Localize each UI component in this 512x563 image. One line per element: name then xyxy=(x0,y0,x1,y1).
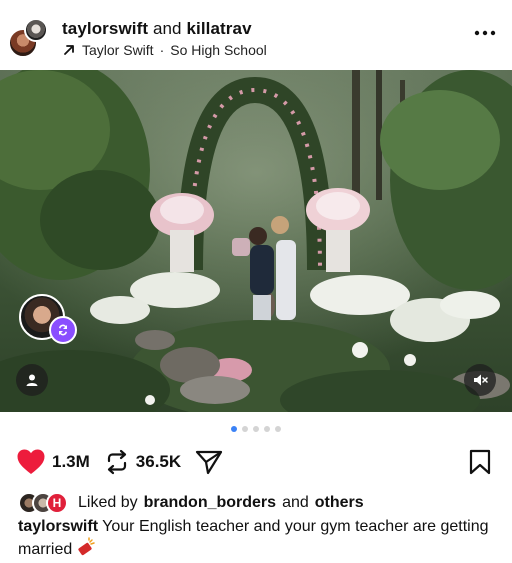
liked-by-joiner: and xyxy=(282,494,309,511)
repost-action[interactable]: 36.5K xyxy=(104,449,181,475)
action-bar: 1.3M 36.5K xyxy=(16,447,237,477)
share-action[interactable] xyxy=(195,449,223,475)
carousel-dot xyxy=(253,426,259,432)
music-artist: Taylor Swift xyxy=(82,42,154,58)
liked-by-others[interactable]: others xyxy=(315,494,364,512)
mute-button[interactable] xyxy=(464,364,496,396)
author-link-2[interactable]: killatrav xyxy=(186,19,251,38)
repost-badge xyxy=(49,316,77,344)
like-count[interactable]: 1.3M xyxy=(52,452,90,472)
carousel-dot xyxy=(242,426,248,432)
repost-count[interactable]: 36.5K xyxy=(136,452,181,472)
more-horizontal-icon[interactable] xyxy=(474,28,496,38)
liked-by-row[interactable]: H Liked by brandon_borders and others xyxy=(18,492,364,514)
music-separator: · xyxy=(159,42,165,58)
mute-icon xyxy=(474,374,488,386)
post-caption: taylorswift Your English teacher and you… xyxy=(18,516,498,560)
liked-by-prefix: Liked by xyxy=(78,494,138,511)
carousel-dot xyxy=(264,426,270,432)
garden-photo xyxy=(0,70,512,412)
firecracker-icon xyxy=(78,537,95,556)
post-photo[interactable] xyxy=(0,70,512,412)
like-action[interactable]: 1.3M xyxy=(16,448,90,476)
arrow-up-right-icon xyxy=(64,45,74,55)
music-attribution[interactable]: Taylor Swift · So High School xyxy=(62,42,267,58)
carousel-indicator xyxy=(0,426,512,432)
avatar-killatrav[interactable] xyxy=(24,18,48,42)
caption-username[interactable]: taylorswift xyxy=(18,518,98,535)
carousel-dot xyxy=(275,426,281,432)
send-icon[interactable] xyxy=(195,449,223,475)
author-link-1[interactable]: taylorswift xyxy=(62,19,148,38)
post-header: taylorswift and killatrav Taylor Swift ·… xyxy=(0,0,512,70)
repost-icon[interactable] xyxy=(104,449,130,475)
repost-badge-icon xyxy=(59,324,67,336)
collab-avatars[interactable] xyxy=(8,18,48,58)
heart-icon[interactable] xyxy=(16,448,46,476)
user-tag-icon xyxy=(26,374,38,386)
carousel-dot xyxy=(231,426,237,432)
repost-avatar[interactable] xyxy=(19,294,77,346)
music-track: So High School xyxy=(170,42,267,58)
user-tag-button[interactable] xyxy=(16,364,48,396)
liked-by-user[interactable]: brandon_borders xyxy=(144,494,276,512)
bookmark-icon[interactable] xyxy=(468,449,492,475)
liker-avatar-h: H xyxy=(46,492,68,514)
authors-joiner: and xyxy=(152,19,182,38)
post-authors: taylorswift and killatrav xyxy=(62,19,252,39)
liked-by-avatars: H xyxy=(18,492,72,514)
